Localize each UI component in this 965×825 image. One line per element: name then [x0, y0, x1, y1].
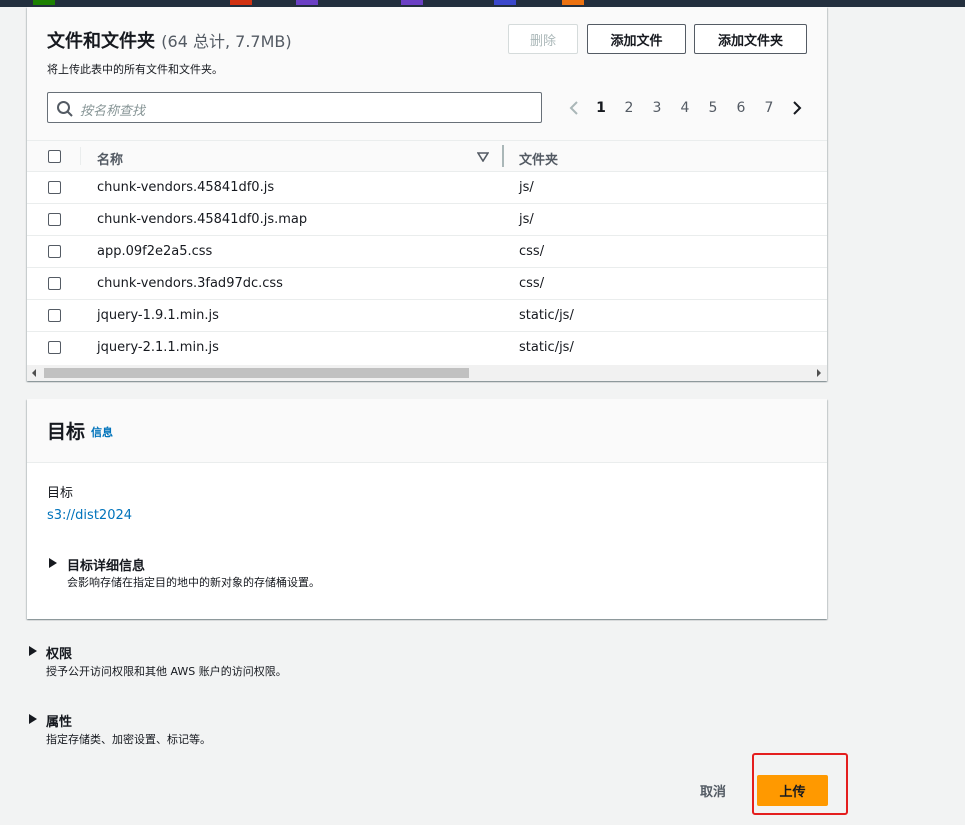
horizontal-scrollbar[interactable]: [27, 365, 827, 381]
upload-button[interactable]: 上传: [757, 775, 828, 806]
page-2[interactable]: 2: [622, 100, 636, 116]
destination-panel: 目标 信息 目标 s3://dist2024 目标详细信息 会影响存储在指定目的…: [27, 399, 827, 619]
page-6[interactable]: 6: [734, 100, 748, 116]
file-folder: static/js/: [519, 340, 574, 355]
page-1[interactable]: 1: [594, 100, 608, 116]
destination-details-expander[interactable]: 目标详细信息 会影响存储在指定目的地中的新对象的存储桶设置。: [47, 555, 447, 591]
table-row[interactable]: jquery-1.9.1.min.js static/js/: [27, 300, 827, 332]
files-count: (64 总计, 7.7MB): [161, 32, 292, 51]
service-icon[interactable]: [33, 0, 55, 5]
info-link[interactable]: 信息: [91, 424, 113, 440]
destination-field-label: 目标: [47, 486, 74, 501]
caret-right-icon: [29, 646, 37, 656]
row-checkbox[interactable]: [48, 341, 61, 354]
page-3[interactable]: 3: [650, 100, 664, 116]
file-folder: js/: [519, 212, 534, 227]
remove-button[interactable]: 删除: [508, 24, 578, 54]
service-icon[interactable]: [494, 0, 516, 5]
table-header: 名称 文件夹: [27, 140, 827, 172]
row-checkbox[interactable]: [48, 309, 61, 322]
sort-descending-icon[interactable]: [477, 152, 489, 162]
panel-header: 文件和文件夹 (64 总计, 7.7MB) 将上传此表中的所有文件和文件夹。 删…: [27, 7, 827, 140]
service-icon[interactable]: [230, 0, 252, 5]
scrollbar-thumb[interactable]: [44, 368, 469, 378]
add-folder-button[interactable]: 添加文件夹: [694, 24, 807, 54]
column-resize-handle[interactable]: [502, 145, 504, 167]
files-title: 文件和文件夹: [47, 31, 155, 52]
row-checkbox[interactable]: [48, 277, 61, 290]
files-and-folders-panel: 文件和文件夹 (64 总计, 7.7MB) 将上传此表中的所有文件和文件夹。 删…: [27, 7, 827, 381]
column-divider: [80, 147, 81, 165]
caret-right-icon: [49, 558, 57, 568]
search-input[interactable]: 按名称查找: [47, 92, 542, 123]
service-icon[interactable]: [296, 0, 318, 5]
select-all-checkbox[interactable]: [48, 150, 61, 163]
column-header-folder[interactable]: 文件夹: [519, 149, 558, 168]
table-row[interactable]: jquery-2.1.1.min.js static/js/: [27, 332, 827, 364]
destination-header: 目标 信息: [27, 399, 827, 463]
row-checkbox[interactable]: [48, 245, 61, 258]
file-name: jquery-1.9.1.min.js: [97, 308, 219, 323]
row-checkbox[interactable]: [48, 181, 61, 194]
properties-expander[interactable]: 属性 指定存储类、加密设置、标记等。: [29, 711, 529, 747]
caret-right-icon: [29, 714, 37, 724]
top-navigation-bar: [0, 0, 965, 7]
destination-details-desc: 会影响存储在指定目的地中的新对象的存储桶设置。: [67, 576, 320, 589]
permissions-desc: 授予公开访问权限和其他 AWS 账户的访问权限。: [46, 665, 287, 678]
scroll-right-arrow-icon[interactable]: [817, 369, 821, 377]
destination-title: 目标: [47, 421, 86, 443]
chevron-right-icon[interactable]: [791, 100, 803, 116]
file-folder: css/: [519, 276, 545, 291]
table-row[interactable]: app.09f2e2a5.css css/: [27, 236, 827, 268]
file-name: jquery-2.1.1.min.js: [97, 340, 219, 355]
file-name: chunk-vendors.45841df0.js.map: [97, 212, 308, 227]
scroll-left-arrow-icon[interactable]: [32, 369, 36, 377]
panel-description: 将上传此表中的所有文件和文件夹。: [47, 63, 223, 76]
file-folder: js/: [519, 180, 534, 195]
chevron-left-icon[interactable]: [568, 100, 580, 116]
destination-details-title: 目标详细信息: [67, 559, 146, 574]
permissions-title: 权限: [46, 647, 73, 662]
row-checkbox[interactable]: [48, 213, 61, 226]
file-name: chunk-vendors.3fad97dc.css: [97, 276, 283, 291]
panel-title: 文件和文件夹 (64 总计, 7.7MB): [47, 27, 292, 53]
cancel-button[interactable]: 取消: [683, 781, 743, 801]
search-placeholder: 按名称查找: [80, 104, 146, 119]
file-name: app.09f2e2a5.css: [97, 244, 213, 259]
page-4[interactable]: 4: [678, 100, 692, 116]
destination-bucket-link[interactable]: s3://dist2024: [47, 508, 132, 523]
add-files-button[interactable]: 添加文件: [587, 24, 686, 54]
service-icon[interactable]: [562, 0, 584, 5]
file-folder: static/js/: [519, 308, 574, 323]
page-7[interactable]: 7: [762, 100, 776, 116]
file-folder: css/: [519, 244, 545, 259]
page-5[interactable]: 5: [706, 100, 720, 116]
table-row[interactable]: chunk-vendors.45841df0.js js/: [27, 172, 827, 204]
properties-title: 属性: [46, 715, 73, 730]
permissions-expander[interactable]: 权限 授予公开访问权限和其他 AWS 账户的访问权限。: [29, 643, 529, 679]
search-icon: [57, 101, 73, 117]
properties-desc: 指定存储类、加密设置、标记等。: [46, 733, 211, 746]
service-icon[interactable]: [401, 0, 423, 5]
table-row[interactable]: chunk-vendors.3fad97dc.css css/: [27, 268, 827, 300]
table-row[interactable]: chunk-vendors.45841df0.js.map js/: [27, 204, 827, 236]
column-header-name[interactable]: 名称: [97, 149, 123, 168]
file-name: chunk-vendors.45841df0.js: [97, 180, 275, 195]
